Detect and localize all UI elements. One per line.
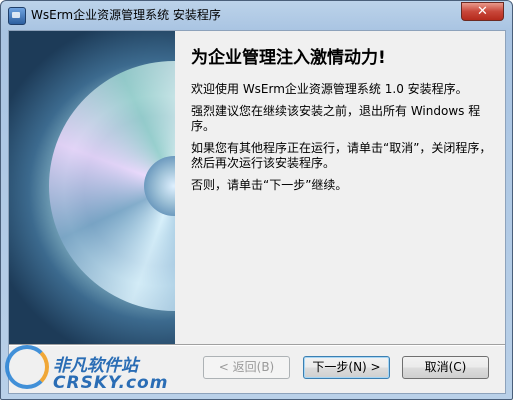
title-bar[interactable]: WsErm企业资源管理系统 安装程序 ✕	[1, 1, 512, 29]
welcome-content: 为企业管理注入激情动力! 欢迎使用 WsErm企业资源管理系统 1.0 安装程序…	[175, 31, 505, 344]
close-icon: ✕	[477, 4, 488, 19]
cd-banner-image	[9, 31, 175, 344]
continue-instruction-paragraph: 否则，请单击“下一步”继续。	[191, 178, 348, 192]
next-button[interactable]: 下一步(N) >	[303, 356, 390, 379]
close-button[interactable]: ✕	[461, 2, 504, 21]
back-button[interactable]: < 返回(B)	[203, 356, 290, 379]
welcome-heading: 为企业管理注入激情动力!	[191, 48, 386, 68]
window-title: WsErm企业资源管理系统 安装程序	[31, 8, 221, 22]
wizard-panel: 为企业管理注入激情动力! 欢迎使用 WsErm企业资源管理系统 1.0 安装程序…	[8, 30, 506, 394]
cancel-instruction-paragraph: 如果您有其他程序正在运行，请单击“取消”，关闭程序，然后再次运行该安装程序。	[191, 141, 492, 170]
welcome-paragraph: 欢迎使用 WsErm企业资源管理系统 1.0 安装程序。	[191, 82, 468, 96]
button-separator	[9, 344, 505, 346]
installer-window: WsErm企业资源管理系统 安装程序 ✕ 为企业管理注入激情动力! 欢迎使用 W…	[0, 0, 513, 400]
installer-icon	[8, 7, 26, 25]
cancel-button[interactable]: 取消(C)	[402, 356, 489, 379]
close-programs-paragraph: 强烈建议您在继续该安装之前，退出所有 Windows 程序。	[191, 104, 481, 133]
